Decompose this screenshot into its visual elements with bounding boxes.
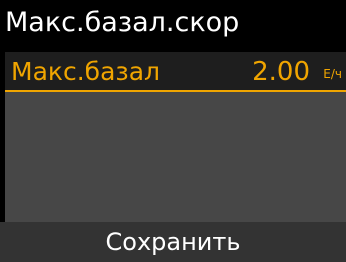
- empty-content-area: [5, 92, 346, 222]
- setting-label: Макс.базал: [11, 57, 161, 86]
- screen-title: Макс.базал.скор: [0, 0, 346, 45]
- save-softkey[interactable]: Сохранить: [0, 222, 346, 262]
- pump-screen: Макс.базал.скор Макс.базал 2.00 Е/ч Сохр…: [0, 0, 346, 262]
- setting-value: 2.00: [252, 57, 310, 87]
- max-basal-setting-row[interactable]: Макс.базал 2.00 Е/ч: [5, 52, 346, 92]
- setting-unit: Е/ч: [323, 67, 342, 81]
